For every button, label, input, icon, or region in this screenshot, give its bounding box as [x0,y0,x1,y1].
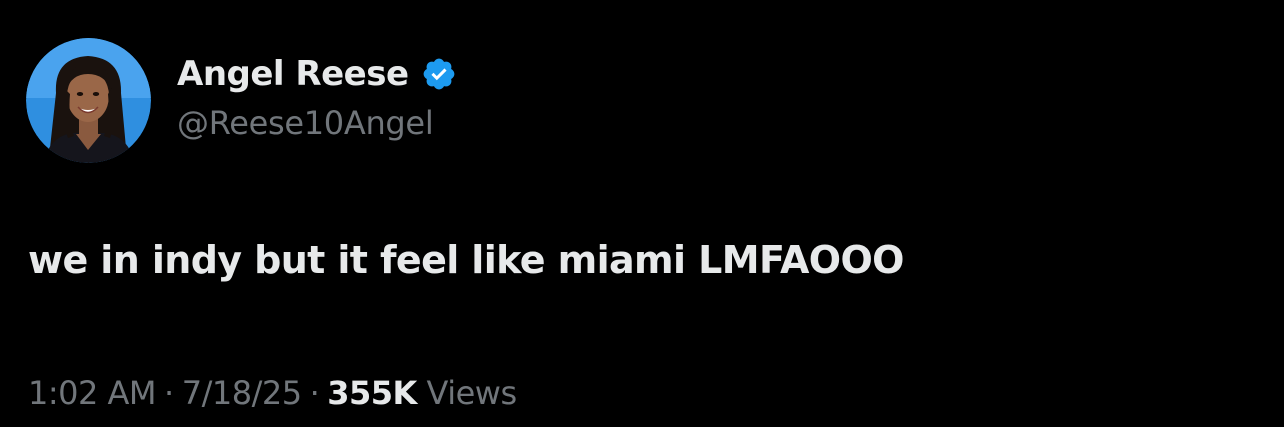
tweet-time[interactable]: 1:02 AM [28,374,157,412]
tweet-card: Angel Reese @Reese10Angel we in indy but… [0,0,1284,427]
meta-separator: · [309,374,320,412]
avatar-image [26,38,151,163]
author-name-row: Angel Reese [177,52,457,96]
tweet-text: we in indy but it feel like miami LMFAOO… [28,238,904,282]
author-handle[interactable]: @Reese10Angel [177,104,434,142]
views-count[interactable]: 355K [327,374,417,412]
tweet-date[interactable]: 7/18/25 [182,374,302,412]
tweet-meta: 1:02 AM · 7/18/25 · 355K Views [28,374,517,412]
avatar[interactable] [26,38,151,163]
meta-separator: · [164,374,174,412]
views-label[interactable]: Views [427,374,518,412]
verified-badge-icon[interactable] [421,56,457,92]
author-display-name[interactable]: Angel Reese [177,54,409,94]
